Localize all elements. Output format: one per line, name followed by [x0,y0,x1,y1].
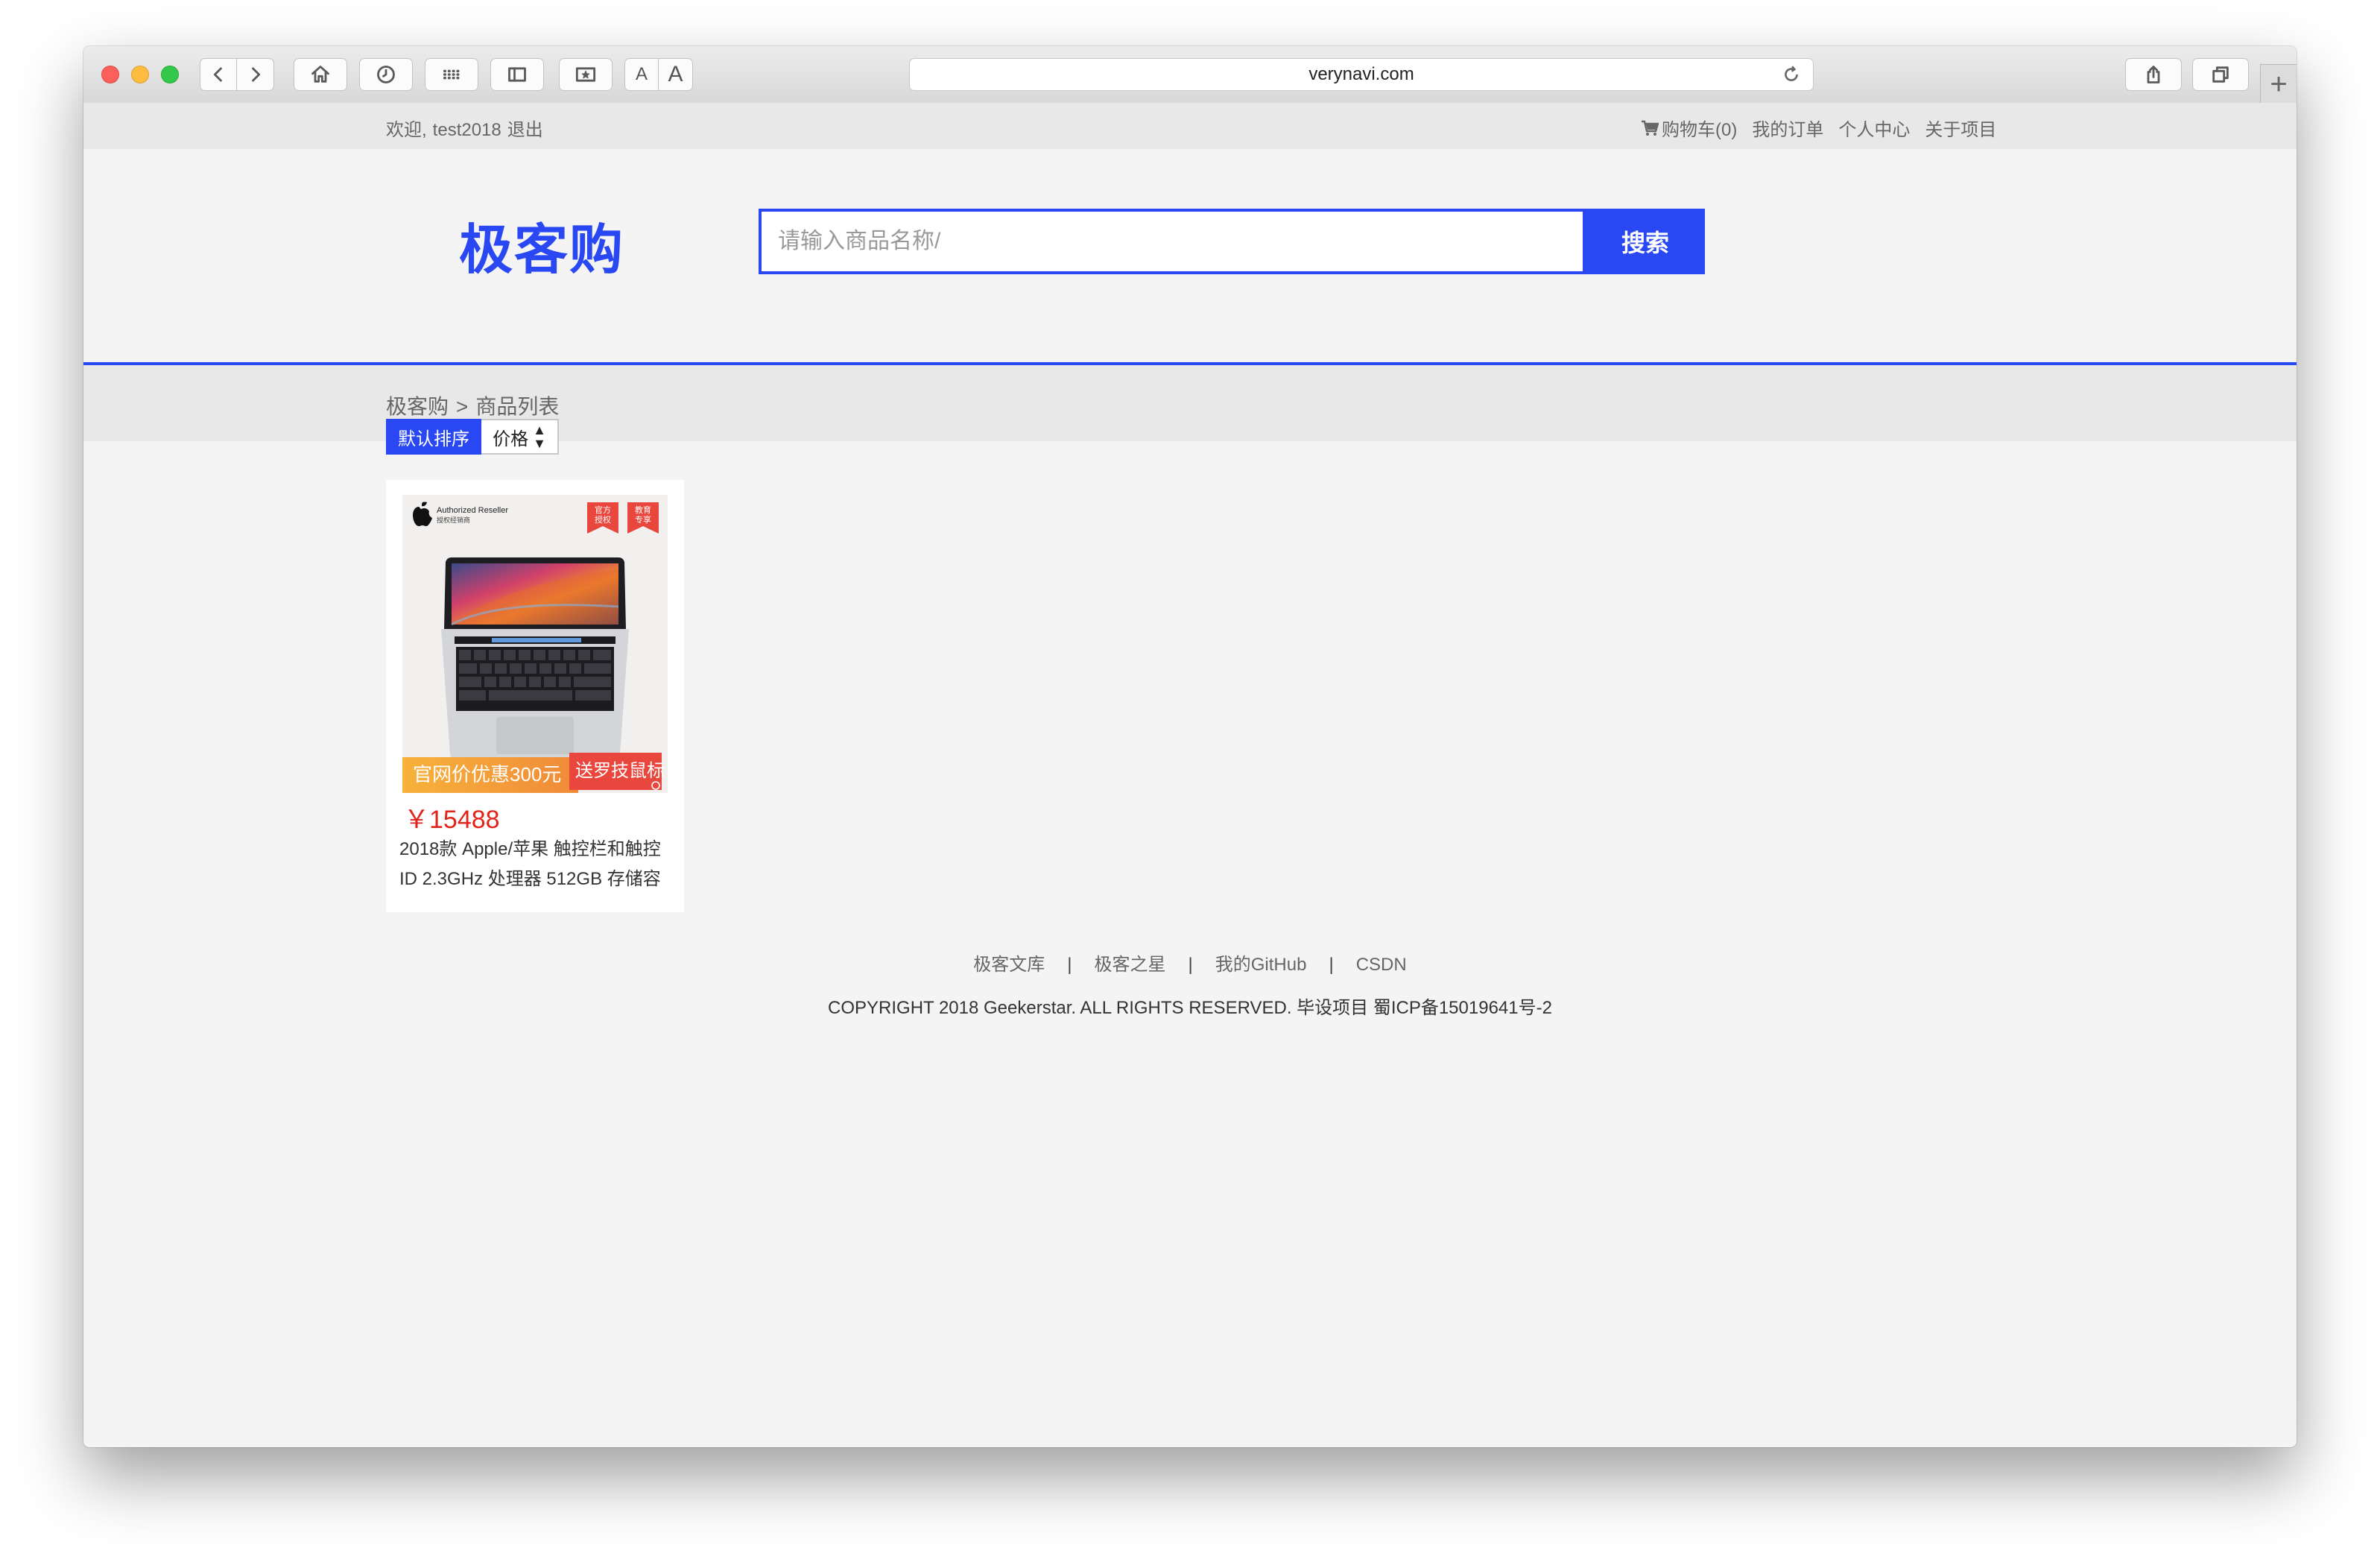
minimize-window-button[interactable] [131,66,149,83]
history-button[interactable] [359,58,413,91]
close-window-button[interactable] [101,66,119,83]
apple-logo-icon [413,502,432,526]
promo-text: 官网价优惠300元 [413,763,561,785]
breadcrumb-separator: > [456,395,469,418]
sidebar-button[interactable] [490,58,544,91]
forward-button[interactable] [237,58,274,91]
home-button[interactable] [294,58,347,91]
sort-price-label: 价格 [493,429,529,449]
url-text: verynavi.com [1308,64,1414,84]
logout-link[interactable]: 退出 [507,120,543,140]
address-bar[interactable]: verynavi.com [909,58,1814,91]
sort-caret-icon: ▲ ▼ [533,423,546,451]
sidebar-icon [508,67,526,82]
zoom-window-button[interactable] [161,66,179,83]
copyright-text: COPYRIGHT 2018 Geekerstar. ALL RIGHTS RE… [828,998,1552,1018]
site-header: 极客购 请输入商品名称/ 搜索 [83,149,2297,365]
chevron-right-icon [251,67,260,82]
clock-icon [377,66,395,83]
share-icon [2147,66,2160,83]
home-icon [311,66,329,83]
product-card[interactable]: Authorized Reseller 授权经销商 官方 授权 教育 专享 官网… [386,480,684,912]
footer-link-star[interactable]: 极客之星 [1095,955,1166,975]
tabs-overview-button[interactable] [2192,58,2249,91]
reseller-line1: Authorized Reseller [437,506,508,515]
sort-bar: 默认排序 价格 ▲ ▼ [386,419,559,455]
footer-link-csdn[interactable]: CSDN [1356,955,1407,975]
sort-default-button[interactable]: 默认排序 [386,419,481,455]
chevron-left-icon [213,67,222,82]
shopping-cart-icon [1642,120,1659,136]
education-ribbon-line1: 教育 [635,505,651,515]
search-input[interactable]: 请输入商品名称/ [759,209,1586,274]
bookmarks-button[interactable] [559,58,613,91]
footer-separator: | [1067,955,1072,975]
footer-link-library[interactable]: 极客文库 [973,955,1045,975]
cart-link[interactable]: 购物车(0) [1662,115,1737,141]
browser-window: A A verynavi.com + 欢迎, test2018 退出 购物车(0) … [83,46,2297,1447]
official-ribbon-line2: 授权 [595,514,611,525]
product-image[interactable]: Authorized Reseller 授权经销商 官方 授权 教育 专享 官网… [402,495,668,793]
sort-price-button[interactable]: 价格 ▲ ▼ [481,419,559,455]
new-tab-button[interactable]: + [2260,64,2297,104]
welcome-prefix: 欢迎, [386,120,427,140]
product-title[interactable]: 2018款 Apple/苹果 触控栏和触控ID 2.3GHz 处理器 512GB… [399,835,677,894]
footer-separator: | [1329,955,1334,975]
my-orders-link[interactable]: 我的订单 [1752,115,1823,141]
text-bigger-button[interactable]: A [659,58,693,91]
tabs-icon [2212,66,2229,83]
footer-link-github[interactable]: 我的GitHub [1215,955,1307,975]
grid-icon [443,69,460,80]
gift-text: 送罗技鼠标 [575,761,665,781]
site-logo[interactable]: 极客购 [459,206,624,284]
about-link[interactable]: 关于项目 [1925,115,1996,141]
footer-links: 极客文库 | 极客之星 | 我的GitHub | CSDN [83,949,2297,976]
welcome-message: 欢迎, test2018 退出 [386,115,549,141]
official-ribbon-line1: 官方 [595,505,611,515]
username: test2018 [432,120,501,140]
laptop-product-image: Authorized Reseller 授权经销商 官方 授权 教育 专享 官网… [402,502,665,793]
education-ribbon-line2: 专享 [635,514,651,525]
share-button[interactable] [2125,58,2182,91]
breadcrumb: 极客购 > 商品列表 [386,391,566,420]
footer-separator: | [1188,955,1193,975]
top-nav: 购物车(0) 我的订单 个人中心 关于项目 [1641,115,2011,141]
search-button[interactable]: 搜索 [1586,209,1705,274]
browser-toolbar: A A verynavi.com + [83,46,2297,104]
top-sites-button[interactable] [425,58,478,91]
reseller-line2: 授权经销商 [437,516,470,524]
product-price: ￥15488 [404,806,500,834]
breadcrumb-current: 商品列表 [475,395,560,418]
star-icon [575,67,596,82]
reload-icon [1785,66,1798,81]
top-bar: 欢迎, test2018 退出 购物车(0) 我的订单 个人中心 关于项目 [83,103,2297,149]
text-smaller-button[interactable]: A [624,58,659,91]
profile-link[interactable]: 个人中心 [1838,115,1910,141]
breadcrumb-home-link[interactable]: 极客购 [386,395,449,418]
reload-button[interactable] [1782,65,1801,84]
back-button[interactable] [200,58,237,91]
